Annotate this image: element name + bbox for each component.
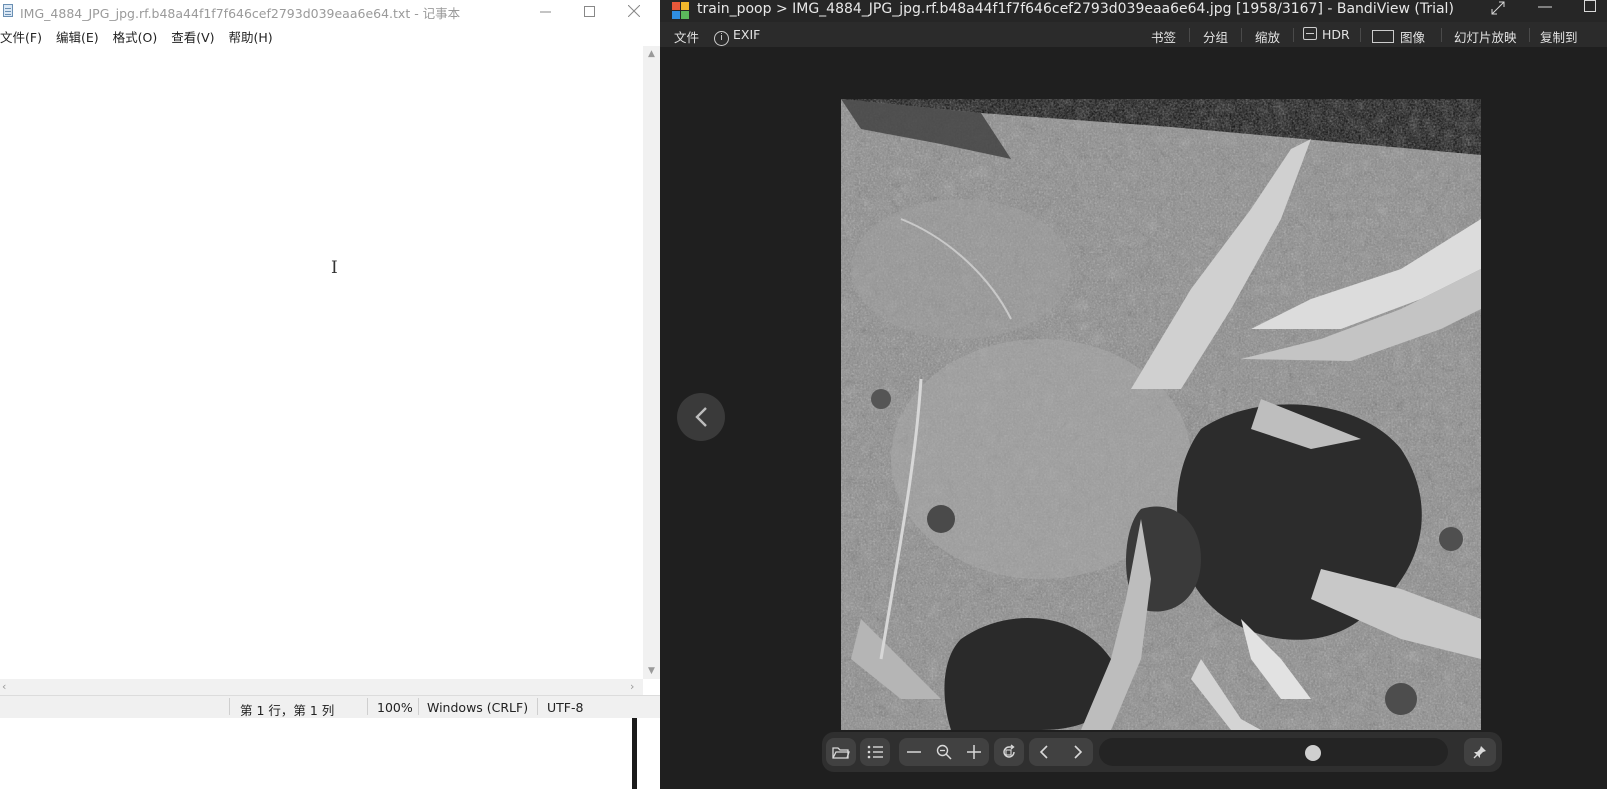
notepad-menu-bar: 文件(F) 编辑(E) 格式(O) 查看(V) 帮助(H)	[0, 24, 287, 45]
maximize-button[interactable]	[567, 0, 611, 22]
close-icon	[628, 5, 640, 17]
zoom-button[interactable]: 缩放	[1255, 27, 1280, 46]
next-button[interactable]	[1063, 738, 1093, 766]
image-button[interactable]: 图像	[1372, 27, 1425, 46]
zoom-fit-icon	[936, 744, 952, 760]
maximize-icon[interactable]	[1584, 0, 1597, 17]
notepad-title-bar[interactable]: IMG_4884_JPG_jpg.rf.b48a44f1f7f646cef279…	[0, 0, 660, 22]
zoom-out-button[interactable]	[899, 738, 929, 766]
notepad-document-icon	[3, 4, 13, 17]
list-button[interactable]	[860, 738, 890, 766]
minimize-button[interactable]	[523, 0, 567, 22]
slider-knob[interactable]	[1305, 745, 1321, 761]
viewer-window-title: train_poop > IMG_4884_JPG_jpg.rf.b48a44f…	[697, 1, 1454, 17]
zoom-level: 100%	[377, 700, 413, 715]
horizontal-scrollbar[interactable]: ‹ ›	[0, 679, 643, 695]
scroll-down-icon[interactable]: ▼	[648, 666, 655, 676]
hdr-button[interactable]: HDR	[1303, 27, 1350, 42]
bandiview-logo-icon	[672, 2, 689, 19]
previous-image-button[interactable]	[677, 393, 725, 441]
bandiview-window: train_poop > IMG_4884_JPG_jpg.rf.b48a44f…	[660, 0, 1607, 789]
zoom-in-icon	[967, 745, 981, 759]
close-button[interactable]	[612, 0, 656, 22]
text-cursor-icon: I	[331, 258, 338, 278]
open-folder-button[interactable]	[826, 738, 856, 766]
bookmark-button[interactable]: 书签	[1151, 27, 1176, 46]
menu-format[interactable]: 格式(O)	[113, 24, 165, 45]
list-icon	[867, 745, 883, 759]
next-icon	[1074, 745, 1083, 759]
notepad-window: IMG_4884_JPG_jpg.rf.b48a44f1f7f646cef279…	[0, 0, 660, 789]
vertical-scrollbar[interactable]: ▲ ▼	[643, 46, 660, 679]
zoom-out-icon	[907, 751, 921, 753]
exif-button[interactable]: i EXIF	[714, 27, 760, 46]
photo-content	[841, 99, 1481, 730]
chevron-left-icon	[695, 407, 707, 427]
menu-file[interactable]: 文件(F)	[0, 24, 49, 45]
minimize-icon[interactable]	[1538, 0, 1552, 18]
menu-edit[interactable]: 编辑(E)	[56, 24, 106, 45]
pin-button[interactable]	[1464, 738, 1496, 766]
previous-icon	[1039, 745, 1048, 759]
zoom-in-button[interactable]	[959, 738, 989, 766]
image-position-slider[interactable]	[1099, 738, 1448, 766]
scroll-right-icon[interactable]: ›	[630, 680, 634, 693]
encoding: UTF-8	[547, 700, 584, 715]
image-icon	[1372, 30, 1394, 43]
file-menu[interactable]: 文件	[674, 27, 699, 46]
displayed-photo[interactable]	[841, 99, 1481, 730]
notepad-status-bar: 第 1 行，第 1 列 100% Windows (CRLF) UTF-8	[0, 695, 660, 718]
menu-help[interactable]: 帮助(H)	[229, 24, 280, 45]
zoom-fit-button[interactable]	[929, 738, 959, 766]
copy-to-button[interactable]: 复制到	[1540, 27, 1578, 46]
menu-view[interactable]: 查看(V)	[171, 24, 221, 45]
minimize-icon	[539, 11, 551, 12]
slideshow-button[interactable]: 幻灯片放映	[1454, 27, 1517, 46]
pin-icon	[1473, 746, 1486, 759]
hdr-icon	[1303, 27, 1317, 40]
rotate-icon	[1003, 744, 1015, 758]
cursor-position: 第 1 行，第 1 列	[240, 703, 335, 718]
bottom-control-bar	[822, 732, 1502, 772]
previous-button[interactable]	[1029, 738, 1059, 766]
maximize-icon	[583, 5, 595, 17]
scroll-up-icon[interactable]: ▲	[648, 49, 655, 59]
info-icon: i	[714, 31, 729, 46]
open-folder-icon	[832, 746, 850, 759]
scroll-left-icon[interactable]: ‹	[2, 680, 6, 693]
background-window-area	[0, 718, 637, 789]
viewer-toolbar: 文件 i EXIF 书签 分组 缩放 HDR 图像 幻灯片放映 复制到	[660, 22, 1607, 47]
rotate-button[interactable]	[994, 738, 1024, 766]
notepad-window-title: IMG_4884_JPG_jpg.rf.b48a44f1f7f646cef279…	[20, 6, 461, 21]
line-ending: Windows (CRLF)	[427, 700, 529, 715]
group-button[interactable]: 分组	[1203, 27, 1228, 46]
fullscreen-icon[interactable]	[1490, 0, 1506, 20]
notepad-text-area[interactable]	[0, 46, 643, 679]
viewer-title-bar[interactable]: train_poop > IMG_4884_JPG_jpg.rf.b48a44f…	[660, 0, 1607, 22]
